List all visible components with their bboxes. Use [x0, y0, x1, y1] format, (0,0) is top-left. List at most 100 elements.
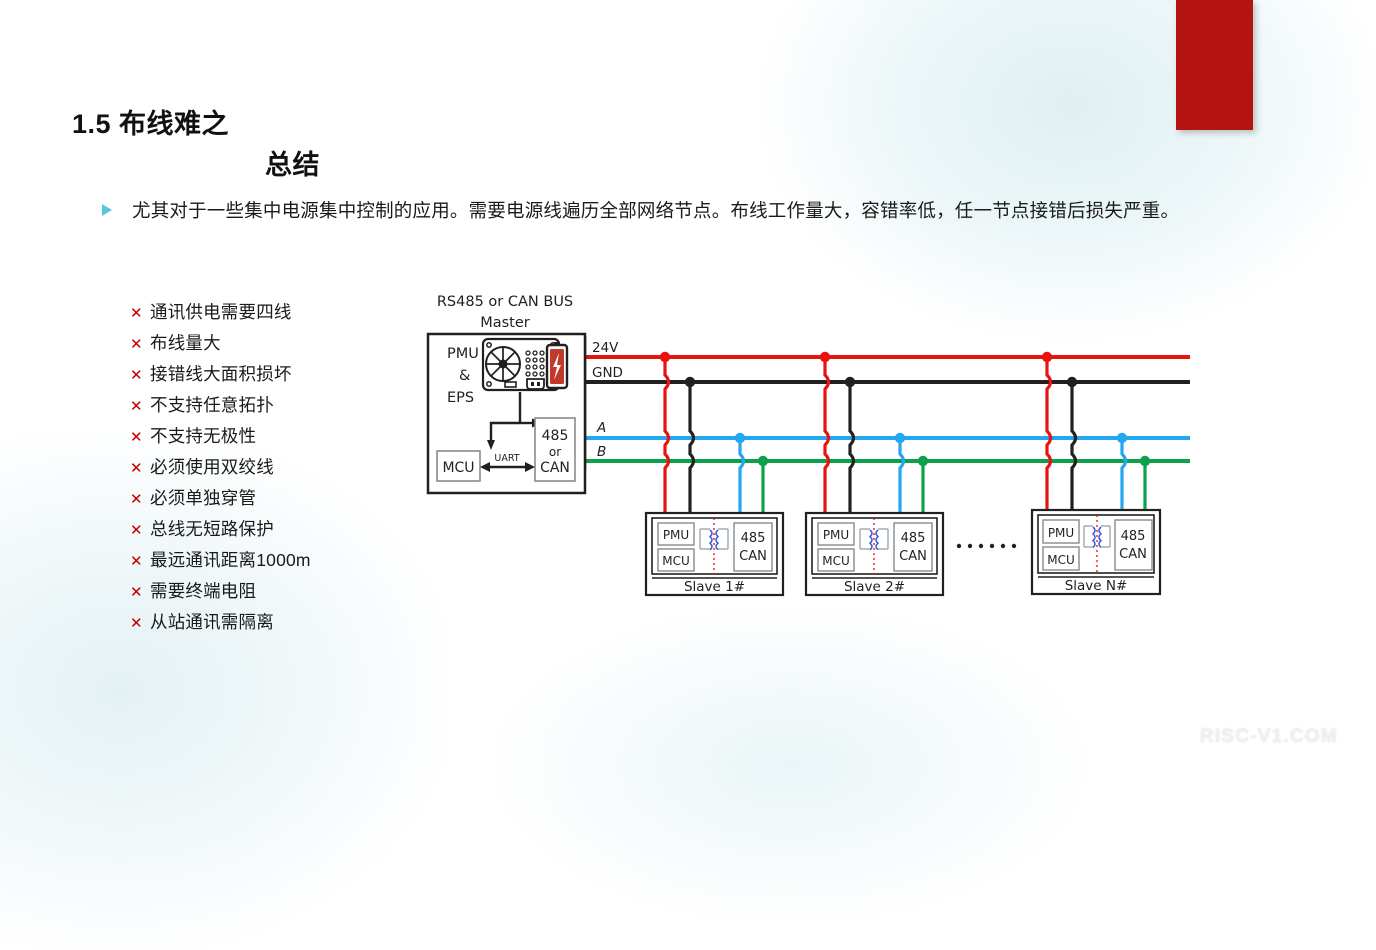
slave-1-pmu-label: PMU [663, 528, 689, 542]
list-item-label: 布线量大 [150, 333, 221, 353]
bus-lines [585, 355, 1190, 463]
diagram-caption-line2: Master [480, 315, 530, 331]
bullet-text: 尤其对于一些集中电源集中控制的应用。需要电源线遍历全部网络节点。布线工作量大，容… [132, 200, 1180, 221]
slave-n-transceiver-line2: CAN [1119, 547, 1147, 562]
list-item: ✕ 接错线大面积损坏 [130, 361, 420, 392]
slave-1-footer-label: Slave 1# [684, 579, 745, 595]
slave-2-transceiver-line2: CAN [899, 549, 927, 564]
slave-2-mcu-label: MCU [822, 554, 850, 568]
bullet-paragraph: 尤其对于一些集中电源集中控制的应用。需要电源线遍历全部网络节点。布线工作量大，容… [100, 196, 1260, 226]
slave-2-transceiver-box [893, 522, 933, 572]
slave-n-isolation-transformer [1083, 515, 1111, 573]
list-item-label: 不支持任意拓扑 [150, 395, 274, 415]
list-item-label: 必须单独穿管 [150, 488, 257, 508]
battery-icon [545, 342, 569, 390]
list-item-label: 通讯供电需要四线 [150, 302, 292, 322]
slave-1-transceiver-line1: 485 [741, 531, 766, 546]
master-box-outline [426, 332, 587, 495]
background-tint-bottom-middle [480, 600, 1100, 930]
cross-icon: ✕ [130, 336, 143, 353]
list-item: ✕ 总线无短路保护 [130, 516, 420, 547]
list-item: ✕ 不支持无极性 [130, 423, 420, 454]
slave-n-outline [1030, 508, 1162, 596]
cross-icon: ✕ [130, 522, 143, 539]
master-device: PMU & EPS MCU 485 or CAN UART [426, 332, 587, 495]
cross-icon: ✕ [130, 367, 143, 384]
slave-1-transceiver-box [733, 522, 773, 572]
list-item: ✕ 通讯供电需要四线 [130, 299, 420, 330]
slave-1-isolation-transformer [699, 518, 729, 574]
slave-1-device: PMU MCU 485 CAN Slave 1# [644, 511, 785, 597]
page-subtitle: 总结 [265, 150, 320, 180]
slave-1-inner [651, 517, 778, 575]
master-pmu-label-line2: & [459, 368, 470, 384]
slave-2-footer-label: Slave 2# [844, 579, 905, 595]
triangle-bullet-icon [100, 196, 122, 226]
master-transceiver-box [534, 417, 576, 482]
slave-2-device: PMU MCU 485 CAN Slave 2# [804, 511, 945, 597]
slave-2-transceiver-line1: 485 [901, 531, 926, 546]
cross-icon: ✕ [130, 460, 143, 477]
slave-2-drop-wires [823, 357, 925, 513]
slave-1-pmu-box [657, 522, 695, 546]
slave-2-isolation-transformer [859, 518, 889, 574]
page-title: 1.5 布线难之 [72, 109, 230, 139]
master-mcu-box [436, 450, 481, 482]
master-transceiver-line3: CAN [540, 460, 570, 476]
master-pmu-label-line3: EPS [447, 390, 474, 406]
master-mcu-label: MCU [442, 460, 474, 476]
list-item: ✕ 必须使用双绞线 [130, 454, 420, 485]
list-item-label: 总线无短路保护 [150, 519, 274, 539]
master-internal-power-arrows [489, 392, 532, 440]
slave-2-outline [804, 511, 945, 597]
list-item: ✕ 必须单独穿管 [130, 485, 420, 516]
accent-red-block [1176, 0, 1253, 130]
list-item: ✕ 布线量大 [130, 330, 420, 361]
watermark: RISC-V1.COM [1200, 726, 1338, 747]
list-item-label: 必须使用双绞线 [150, 457, 274, 477]
bus-labels: 24V GND A B [592, 340, 623, 460]
cross-icon: ✕ [130, 398, 143, 415]
bus-label-gnd: GND [592, 365, 623, 381]
master-transceiver-line2: or [549, 445, 561, 459]
slaves-ellipsis [956, 543, 1017, 549]
cross-icon: ✕ [130, 615, 143, 632]
bus-label-a: A [596, 420, 606, 436]
bus-label-24v: 24V [592, 340, 619, 356]
list-item: ✕ 最远通讯距离1000m [130, 547, 420, 578]
slave-2-mcu-box [817, 548, 855, 572]
slave-1-junction-dots [659, 351, 769, 467]
cross-icon: ✕ [130, 491, 143, 508]
slave-n-drop-wires [1045, 357, 1147, 510]
slave-n-junction-dots [1041, 351, 1151, 467]
list-item: ✕ 从站通讯需隔离 [130, 609, 420, 640]
list-item-label: 从站通讯需隔离 [150, 612, 274, 632]
slave-n-pmu-label: PMU [1048, 526, 1074, 540]
cross-icon: ✕ [130, 305, 143, 322]
list-item: ✕ 需要终端电阻 [130, 578, 420, 609]
slave-2-pmu-box [817, 522, 855, 546]
list-item: ✕ 不支持任意拓扑 [130, 392, 420, 423]
slave-n-footer-label: Slave N# [1065, 578, 1128, 594]
slave-n-mcu-label: MCU [1047, 553, 1075, 567]
slave-n-device: PMU MCU 485 CAN Slave N# [1030, 508, 1162, 596]
list-item-label: 最远通讯距离1000m [150, 550, 311, 570]
arrow-to-mcu [487, 440, 495, 450]
master-pmu-label-line1: PMU [447, 346, 479, 362]
power-supply-unit-icon [481, 337, 561, 392]
list-item-label: 需要终端电阻 [150, 581, 257, 601]
background-tint-top-right [760, 0, 1376, 340]
slave-n-inner [1037, 514, 1155, 574]
arrow-to-transceiver [532, 418, 543, 428]
slave-2-junction-dots [819, 351, 929, 467]
slave-n-transceiver-box [1114, 519, 1153, 571]
slave-1-mcu-box [657, 548, 695, 572]
slave-1-mcu-label: MCU [662, 554, 690, 568]
slave-n-pmu-box [1042, 519, 1080, 544]
cross-icon: ✕ [130, 429, 143, 446]
list-item-label: 接错线大面积损坏 [150, 364, 292, 384]
slave-1-transceiver-line2: CAN [739, 549, 767, 564]
cross-icon: ✕ [130, 584, 143, 601]
slave-1-outline [644, 511, 785, 597]
slave-2-pmu-label: PMU [823, 528, 849, 542]
